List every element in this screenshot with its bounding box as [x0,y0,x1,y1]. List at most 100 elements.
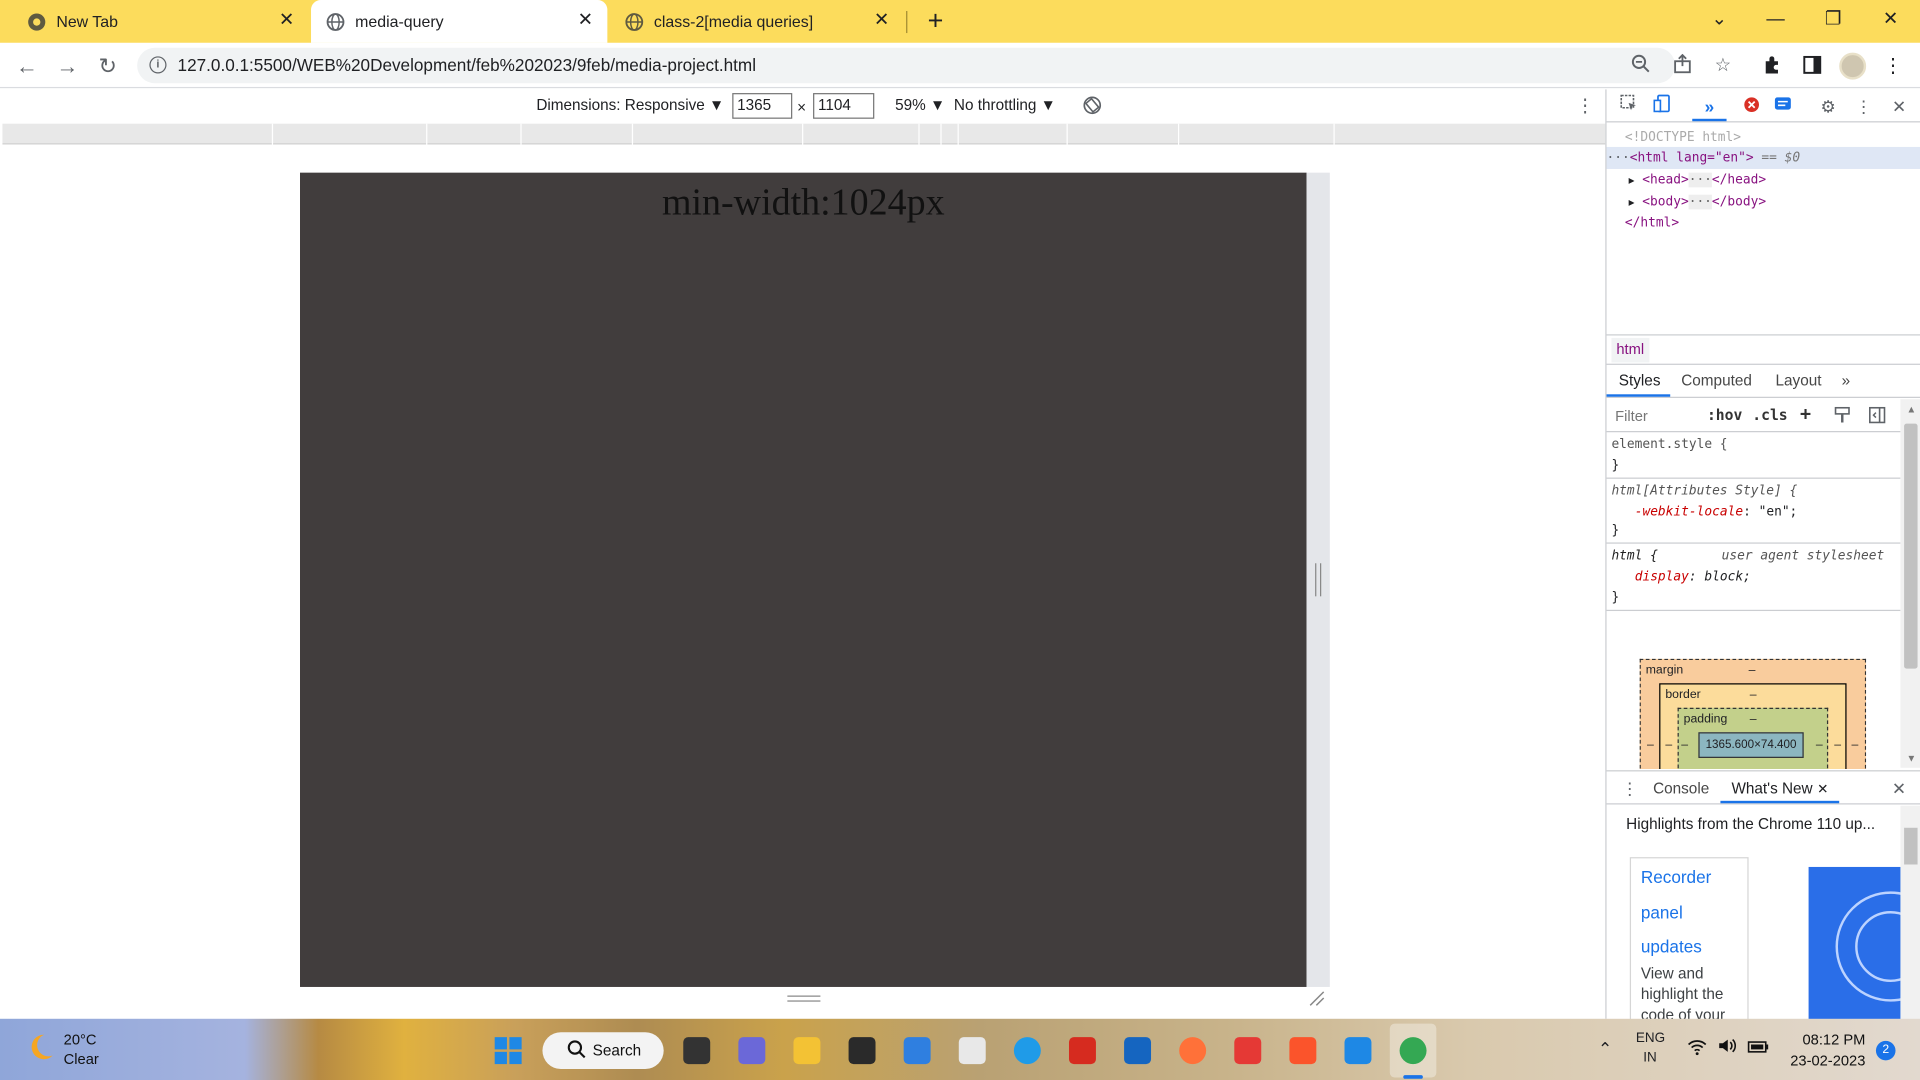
bookmark-star-icon[interactable]: ☆ [1711,54,1735,78]
dimensions-dropdown[interactable]: Dimensions: Responsive ▼ [536,97,724,114]
vscode-icon[interactable] [1344,1037,1372,1065]
margin-top-value[interactable]: – [1749,664,1756,677]
zoom-icon[interactable] [1629,54,1653,78]
wps-office-icon[interactable] [1068,1037,1096,1065]
drawer-scrollbar[interactable] [1900,805,1920,1021]
padding-right-value[interactable]: – [1816,738,1823,751]
attributes-style-rule[interactable]: html[Attributes Style] { -webkit-locale:… [1606,479,1901,544]
element-style-rule[interactable]: element.style { } [1606,432,1901,479]
dropbox-icon[interactable] [848,1037,876,1065]
throttling-dropdown[interactable]: No throttling ▼ [954,97,1056,114]
battery-icon[interactable] [1747,1038,1769,1060]
edge-icon[interactable] [1013,1037,1041,1065]
collapsed-badge[interactable]: ··· [1688,194,1712,209]
notification-badge[interactable]: 2 [1875,1040,1896,1061]
teams-icon[interactable] [738,1037,766,1065]
close-tab-icon[interactable]: ✕ [872,10,892,31]
html-node-selected[interactable]: ···<html lang="en"> == $0 [1606,146,1920,169]
zoom-dropdown[interactable]: 59% ▼ [895,97,945,114]
profile-avatar[interactable] [1839,52,1867,80]
url-text[interactable]: 127.0.0.1:5500/WEB%20Development/feb%202… [178,55,756,75]
mail-icon[interactable] [1124,1037,1152,1065]
class-toggle[interactable]: .cls [1752,407,1787,424]
wifi-icon[interactable] [1687,1038,1707,1059]
tab-console[interactable]: Console [1653,780,1709,797]
resize-corner-icon[interactable] [1308,989,1325,1006]
inspect-element-icon[interactable] [1616,94,1640,118]
close-tab-icon[interactable]: ✕ [277,10,297,31]
weather-temperature[interactable]: 20°C [64,1031,97,1048]
breadcrumb-html[interactable]: html [1611,337,1649,363]
card-title-line[interactable]: panel [1641,902,1683,922]
windows-start-icon[interactable] [493,1036,522,1072]
drawer-menu-icon[interactable]: ⋮ [1621,779,1638,800]
margin-left-value[interactable]: – [1647,738,1654,751]
settings-gear-icon[interactable]: ⚙ [1816,94,1840,118]
todo-icon[interactable] [903,1037,931,1065]
hover-state-toggle[interactable]: :hov [1707,407,1742,424]
expand-arrow-icon[interactable]: ▶ [1629,197,1635,208]
close-tab-icon[interactable]: ✕ [1817,781,1828,797]
card-title-line[interactable]: Recorder [1641,867,1712,887]
rotate-icon[interactable] [1082,96,1102,122]
styles-scrollbar[interactable]: ▲ ▼ [1900,399,1920,768]
devtools-menu-icon[interactable]: ⋮ [1851,94,1875,118]
user-agent-rule[interactable]: html { user agent stylesheet display: bl… [1606,544,1901,612]
device-toggle-icon[interactable] [1649,94,1673,118]
side-panel-icon[interactable] [1800,55,1824,79]
border-box[interactable]: border – – – padding – – – 1365.600×74.4… [1659,683,1847,769]
css-property[interactable]: display [1635,569,1689,584]
close-devtools-icon[interactable]: ✕ [1887,94,1911,118]
game-icon[interactable] [1234,1037,1262,1065]
styles-filter-input[interactable]: Filter [1615,408,1648,425]
html-close-tag[interactable]: </html> [1625,212,1679,234]
moon-icon[interactable] [24,1031,56,1069]
forward-icon[interactable]: → [51,50,83,82]
file-explorer-icon[interactable] [793,1037,821,1065]
restore-button[interactable]: ❐ [1817,5,1849,34]
padding-left-value[interactable]: – [1681,738,1688,751]
body-node[interactable]: ▶ <body>···</body> [1629,191,1766,213]
toggle-sidebar-icon[interactable] [1869,406,1886,430]
content-box[interactable]: 1365.600×74.400 [1698,732,1804,758]
snipping-tool-icon[interactable] [958,1037,986,1065]
device-options-icon[interactable]: ⋮ [1576,94,1594,117]
kebab-menu-icon[interactable]: ⋮ [1881,55,1905,79]
head-node[interactable]: ▶ <head>···</head> [1629,169,1766,191]
volume-icon[interactable] [1718,1037,1738,1060]
expand-arrow-icon[interactable]: ▶ [1629,175,1635,186]
tab-computed[interactable]: Computed [1681,372,1752,389]
chrome-taskbar-icon[interactable] [1399,1037,1427,1065]
doctype-node[interactable]: <!DOCTYPE html> [1625,126,1741,148]
share-icon[interactable] [1670,53,1694,78]
scrollbar-thumb[interactable] [1904,423,1918,669]
task-view-icon[interactable] [683,1037,711,1065]
css-value[interactable]: "en"; [1759,504,1798,519]
issues-icon[interactable] [1771,94,1795,118]
close-window-button[interactable]: ✕ [1875,5,1907,34]
border-right-value[interactable]: – [1834,738,1841,751]
css-property[interactable]: -webkit-locale [1635,504,1743,519]
margin-right-value[interactable]: – [1851,738,1858,751]
tab-whats-new[interactable]: What's New [1731,780,1812,797]
media-query-ruler[interactable] [2,123,1606,145]
error-icon[interactable] [1739,94,1763,118]
close-tab-icon[interactable]: ✕ [576,10,596,31]
scroll-up-icon[interactable]: ▲ [1907,404,1917,415]
padding-top-value[interactable]: – [1750,713,1757,726]
tray-chevron-icon[interactable]: ⌃ [1598,1038,1612,1059]
brave-icon[interactable] [1289,1037,1317,1065]
more-tabs-icon[interactable]: » [1842,372,1851,389]
address-bar[interactable]: i 127.0.0.1:5500/WEB%20Development/feb%2… [137,47,1731,84]
extensions-icon[interactable] [1760,55,1784,79]
tab-media-query[interactable]: media-query ✕ [311,0,608,43]
tab-styles[interactable]: Styles [1619,372,1661,389]
taskbar-search[interactable]: Search [542,1032,664,1069]
border-left-value[interactable]: – [1665,738,1672,751]
back-icon[interactable]: ← [11,50,43,82]
recorder-card[interactable]: Recorder panel updates View and highligh… [1629,857,1749,1029]
height-input[interactable]: 1104 [813,93,875,119]
css-value[interactable]: block; [1704,569,1750,584]
reload-icon[interactable]: ↻ [92,50,124,82]
scroll-down-icon[interactable]: ▼ [1907,753,1917,764]
